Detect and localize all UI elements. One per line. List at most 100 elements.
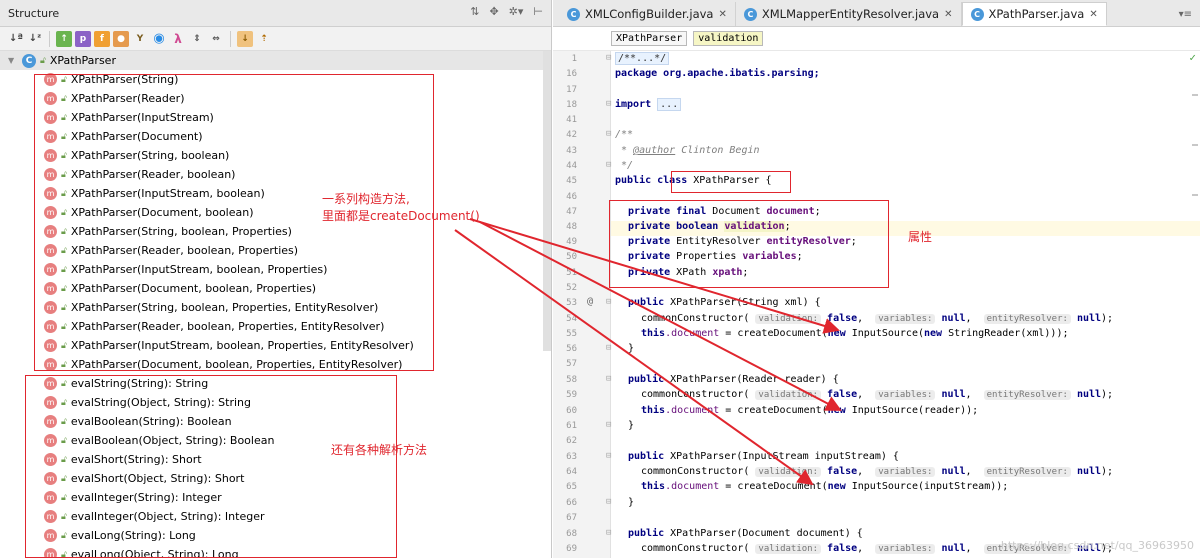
tree-item[interactable]: m 🔓︎ evalString(String): String: [0, 374, 551, 393]
tab-list-menu-icon[interactable]: ▾≡: [1179, 9, 1192, 20]
tree-item[interactable]: m 🔓︎ XPathParser(Document, boolean, Proper…: [0, 279, 551, 298]
autoscroll-from-source-icon[interactable]: ⇡: [256, 31, 272, 47]
tree-item[interactable]: m 🔓︎ evalInteger(Object, String): Integer: [0, 507, 551, 526]
tree-item-label: XPathParser(InputStream): [70, 111, 214, 124]
tree-item[interactable]: m 🔓︎ XPathParser(Document): [0, 127, 551, 146]
tree-item[interactable]: m 🔓︎ XPathParser(Reader, boolean, Properti…: [0, 241, 551, 260]
fold-marker-icon[interactable]: ⊟: [606, 53, 611, 63]
tab-xmlmapperentityresolver[interactable]: C XMLMapperEntityResolver.java ✕: [736, 2, 962, 26]
show-non-public-icon[interactable]: ●: [113, 30, 129, 47]
structure-scrollbar[interactable]: [543, 51, 551, 351]
sort-alpha-icon[interactable]: ↓ª: [8, 31, 24, 47]
method-icon: m: [44, 472, 57, 485]
line-number: 66: [566, 498, 577, 508]
code-editor[interactable]: @ 1 16 17 18 41 42 43 44 45 46 47 48 49 50 51 52 53 54 55 5…: [553, 51, 1200, 558]
tree-item[interactable]: m 🔓︎ evalInteger(String): Integer: [0, 488, 551, 507]
close-icon[interactable]: ✕: [1089, 9, 1097, 20]
code-line-45: public class XPathParser {: [615, 175, 772, 186]
override-marker-icon[interactable]: @: [587, 296, 593, 307]
fold-marker-icon[interactable]: ⊟: [606, 160, 611, 170]
tree-item[interactable]: m 🔓︎ XPathParser(InputStream, boolean, Pro…: [0, 336, 551, 355]
tool-sort-icon[interactable]: ⇅: [470, 5, 479, 18]
line-number: 43: [566, 146, 577, 156]
show-properties-icon[interactable]: p: [75, 30, 91, 47]
method-icon: m: [44, 339, 57, 352]
autoscroll-to-source-icon[interactable]: ↓: [237, 30, 253, 47]
breadcrumb-field[interactable]: validation: [693, 31, 764, 46]
tree-item[interactable]: m 🔓︎ evalLong(String): Long: [0, 526, 551, 545]
public-visibility-icon: 🔓︎: [61, 511, 67, 522]
line-number: 57: [566, 359, 577, 369]
tree-item-label: evalLong(String): Long: [70, 529, 196, 542]
tab-xmlconfigbuilder[interactable]: C XMLConfigBuilder.java ✕: [559, 2, 736, 26]
fold-marker-icon[interactable]: ⊟: [606, 497, 611, 507]
settings-gear-icon[interactable]: ✲▾: [509, 5, 524, 18]
sort-visibility-icon[interactable]: ↓ᶻ: [27, 31, 43, 47]
tab-xpathparser[interactable]: C XPathParser.java ✕: [961, 2, 1107, 26]
breadcrumb-class[interactable]: XPathParser: [611, 31, 688, 46]
constructor-inputstream-common-call: commonConstructor( validation: false, va…: [641, 466, 1114, 477]
structure-tree: ▼ C 🔓︎ XPathParser m 🔓︎ XPathParser(String…: [0, 51, 551, 558]
show-anonymous-class-icon[interactable]: ◉: [151, 31, 167, 47]
code-line-18: import ...: [615, 98, 682, 111]
fold-marker-icon[interactable]: ⊟: [606, 343, 611, 353]
field-validation: private boolean validation;: [628, 221, 791, 232]
class-icon: C: [22, 53, 36, 68]
tree-item[interactable]: m 🔓︎ XPathParser(Reader, boolean): [0, 165, 551, 184]
fold-marker-icon[interactable]: ⊟: [606, 297, 611, 307]
tree-root-row[interactable]: ▼ C 🔓︎ XPathParser: [0, 51, 551, 70]
tree-item[interactable]: m 🔓︎ evalShort(String): Short: [0, 450, 551, 469]
public-visibility-icon: 🔓︎: [61, 435, 67, 446]
tree-item[interactable]: m 🔓︎ XPathParser(Reader, boolean, Properti…: [0, 317, 551, 336]
line-number: 61: [566, 421, 577, 431]
tree-item[interactable]: m 🔓︎ XPathParser(Reader): [0, 89, 551, 108]
collapse-triangle-icon[interactable]: ▼: [8, 56, 18, 65]
tree-item-label: XPathParser(String): [70, 73, 179, 86]
collapse-all-icon[interactable]: ⇔: [208, 31, 224, 47]
close-icon[interactable]: ✕: [718, 9, 726, 20]
line-number: 47: [566, 207, 577, 217]
fold-marker-icon[interactable]: ⊟: [606, 420, 611, 430]
fold-marker-icon[interactable]: ⊟: [606, 374, 611, 384]
tree-item[interactable]: m 🔓︎ XPathParser(String): [0, 70, 551, 89]
structure-panel: Structure ⇅ ✥ ✲▾ ⊢ ↓ª ↓ᶻ ↑ p f ● Y ◉ λ ⇕…: [0, 0, 552, 558]
fold-marker-icon[interactable]: ⊟: [606, 129, 611, 139]
folded-imports[interactable]: ...: [657, 98, 682, 111]
expand-all-icon[interactable]: ⇕: [189, 31, 205, 47]
method-icon: m: [44, 168, 57, 181]
inspection-ok-check-icon[interactable]: ✓: [1189, 51, 1196, 64]
fold-marker-icon[interactable]: ⊟: [606, 528, 611, 538]
code-line-16: package org.apache.ibatis.parsing;: [615, 68, 820, 79]
hide-panel-icon[interactable]: ⊢: [533, 5, 543, 18]
code-line-42: /**: [615, 129, 634, 140]
structure-title-bar: Structure ⇅ ✥ ✲▾ ⊢: [0, 0, 551, 27]
show-anonymous-icon[interactable]: Y: [132, 31, 148, 47]
public-visibility-icon: 🔓︎: [61, 245, 67, 256]
tree-item[interactable]: m 🔓︎ XPathParser(Document, boolean, Proper…: [0, 355, 551, 374]
tree-item[interactable]: m 🔓︎ XPathParser(InputStream, boolean, Pro…: [0, 260, 551, 279]
fold-marker-icon[interactable]: ⊟: [606, 451, 611, 461]
close-icon[interactable]: ✕: [944, 9, 952, 20]
tree-item[interactable]: m 🔓︎ XPathParser(String, boolean, Properti…: [0, 298, 551, 317]
tree-item[interactable]: m 🔓︎ evalBoolean(String): Boolean: [0, 412, 551, 431]
show-inherited-icon[interactable]: ↑: [56, 30, 72, 47]
tree-item[interactable]: m 🔓︎ XPathParser(InputStream): [0, 108, 551, 127]
line-number: 54: [566, 314, 577, 324]
editor-scrollbar-markers[interactable]: [1192, 54, 1198, 558]
tree-item[interactable]: m 🔓︎ evalLong(Object, String): Long: [0, 545, 551, 558]
method-icon: m: [44, 263, 57, 276]
tree-item[interactable]: m 🔓︎ evalString(Object, String): String: [0, 393, 551, 412]
tree-item[interactable]: m 🔓︎ evalShort(Object, String): Short: [0, 469, 551, 488]
constructor-inputstream-create-document: this.document = createDocument(new Input…: [641, 481, 1009, 492]
fold-marker-icon[interactable]: ⊟: [606, 99, 611, 109]
folded-comment[interactable]: /**...*/: [615, 52, 670, 65]
constructor-document-signature: public XPathParser(Document document) {: [628, 528, 863, 539]
public-visibility-icon: 🔓︎: [61, 378, 67, 389]
tool-autoscroll-icon[interactable]: ✥: [489, 5, 498, 18]
method-icon: m: [44, 73, 57, 86]
show-fields-icon[interactable]: f: [94, 30, 110, 47]
show-lambdas-icon[interactable]: λ: [170, 31, 186, 47]
tree-item[interactable]: m 🔓︎ XPathParser(String, boolean): [0, 146, 551, 165]
public-visibility-icon: 🔓︎: [61, 359, 67, 370]
tree-item[interactable]: m 🔓︎ evalBoolean(Object, String): Boolean: [0, 431, 551, 450]
